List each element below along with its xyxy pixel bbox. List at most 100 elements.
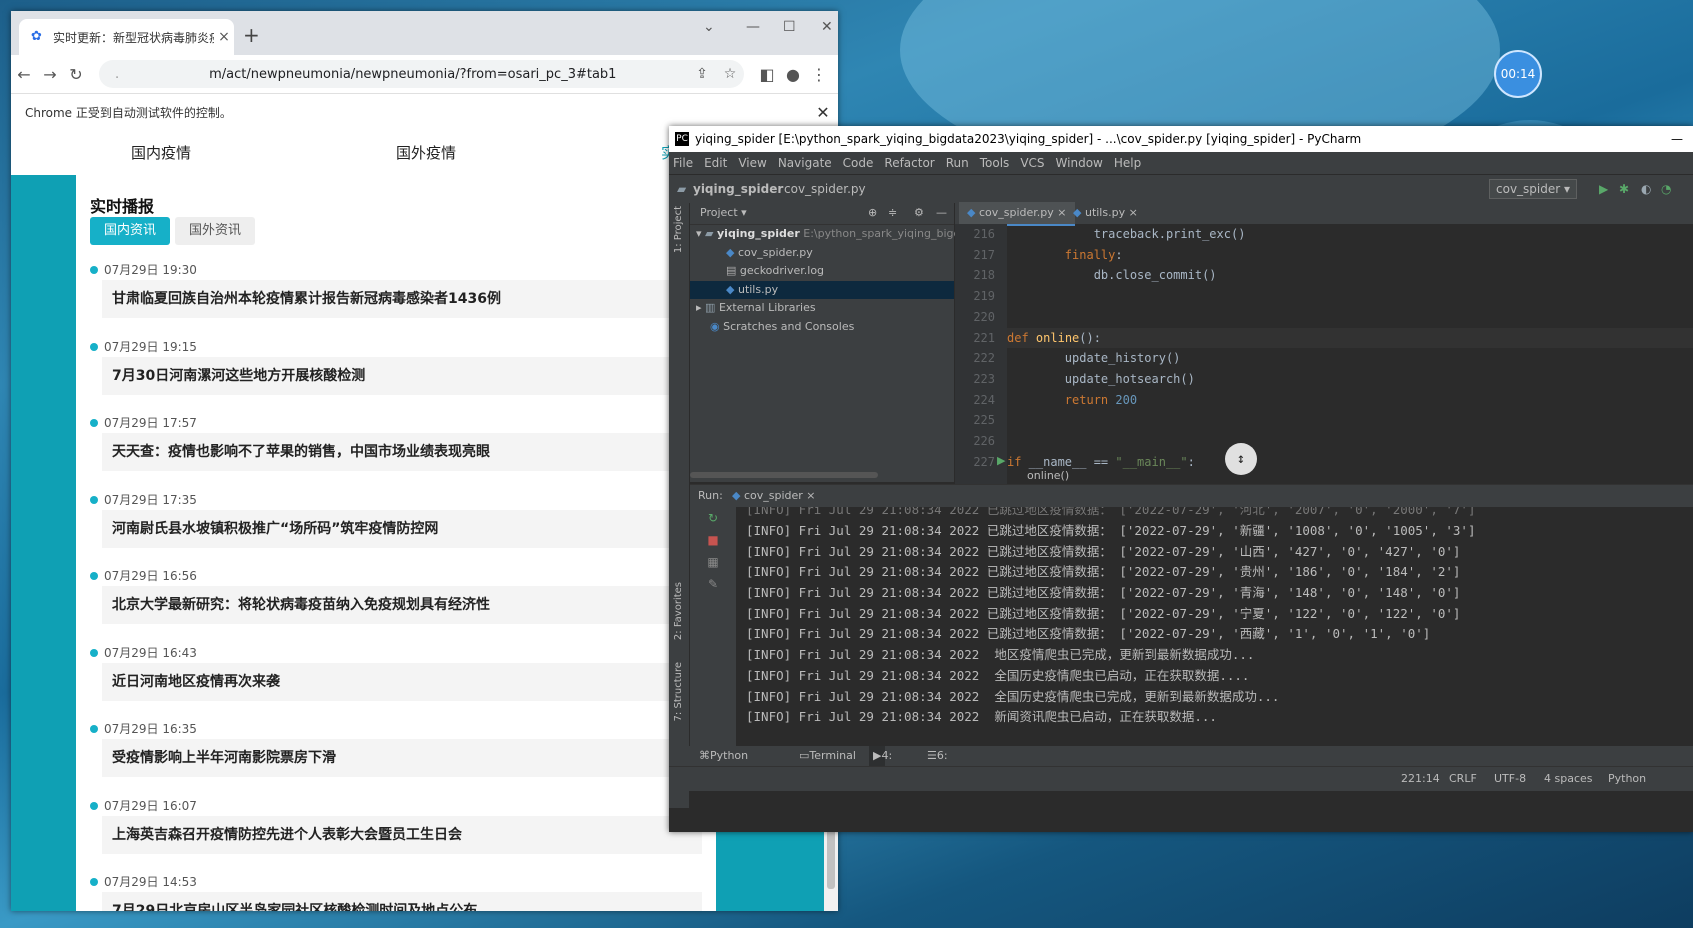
- news-title[interactable]: 甘肃临夏回族自治州本轮疫情累计报告新冠病毒感染者1436例: [102, 280, 702, 318]
- console-output[interactable]: [INFO] Fri Jul 29 21:08:34 2022 已跳过地区疫情数…: [736, 507, 1693, 747]
- news-title[interactable]: 天天查：疫情也影响不了苹果的销售，中国市场业绩表现亮眼: [102, 433, 702, 471]
- scroll-thumb[interactable]: [827, 829, 835, 889]
- line-number: 226: [973, 434, 995, 448]
- run-config-select[interactable]: cov_spider ▾: [1489, 179, 1578, 199]
- tree-external-libraries[interactable]: ▸ ▥ External Libraries: [690, 299, 954, 318]
- project-view-select[interactable]: Project: [700, 206, 738, 219]
- editor-tab-cov-spider[interactable]: ◆ cov_spider.py ×: [959, 202, 1075, 226]
- rerun-icon[interactable]: ↻: [690, 507, 736, 529]
- tab-search-icon[interactable]: ⌄: [703, 19, 715, 35]
- code-breadcrumb[interactable]: online(): [1027, 469, 1069, 482]
- gear-icon[interactable]: ⚙: [914, 202, 924, 224]
- back-icon[interactable]: ←: [11, 65, 37, 84]
- coverage-icon[interactable]: ◐: [1641, 175, 1651, 203]
- run-icon[interactable]: ▶: [1599, 175, 1608, 203]
- news-title[interactable]: 近日河南地区疫情再次来袭: [102, 662, 702, 701]
- run-gutter-icon[interactable]: ▶: [997, 454, 1005, 467]
- console-line: [INFO] Fri Jul 29 21:08:34 2022 全国历史疫情爬虫…: [746, 688, 1280, 704]
- tab-run[interactable]: ▶ 4: Run: [869, 746, 903, 782]
- tree-root[interactable]: ▾ ▰ yiqing_spider E:\python_spark_yiqing…: [690, 225, 967, 244]
- line-separator[interactable]: CRLF: [1449, 767, 1477, 791]
- minimize-icon[interactable]: —: [1671, 126, 1683, 152]
- pill-foreign-news[interactable]: 国外资讯: [175, 217, 256, 245]
- close-window-icon[interactable]: ✕: [821, 19, 833, 35]
- window-title: yiqing_spider [E:\python_spark_yiqing_bi…: [695, 132, 1362, 146]
- scratch-icon: ◉: [710, 319, 720, 333]
- tab-python-console[interactable]: ⌘ Python Console: [699, 746, 754, 782]
- tree-item-label: utils.py: [737, 282, 779, 296]
- menu-help[interactable]: Help: [1114, 152, 1141, 174]
- collapse-icon[interactable]: ≑: [888, 202, 897, 224]
- menu-tools[interactable]: Tools: [980, 152, 1010, 174]
- menu-edit[interactable]: Edit: [704, 152, 727, 174]
- locate-icon[interactable]: ⊕: [868, 202, 877, 224]
- new-tab-icon[interactable]: +: [243, 23, 260, 47]
- share-icon[interactable]: ⇪: [688, 66, 716, 82]
- maximize-icon[interactable]: ☐: [783, 19, 796, 35]
- reload-icon[interactable]: ↻: [63, 65, 89, 84]
- code-line: def online():: [1007, 327, 1693, 349]
- nav-domestic[interactable]: 国内疫情: [131, 142, 191, 163]
- line-number: 220: [973, 309, 995, 324]
- menu-run[interactable]: Run: [946, 152, 969, 174]
- menu-file[interactable]: File: [673, 152, 693, 174]
- news-title[interactable]: 上海英吉森召开疫情防控先进个人表彰大会暨员工生日会: [102, 815, 702, 854]
- run-tab[interactable]: ◆ cov_spider ×: [732, 485, 816, 507]
- profile-run-icon[interactable]: ◔: [1661, 175, 1671, 203]
- news-title[interactable]: 河南尉氏县水坡镇积极推广“场所码”筑牢疫情防控网: [102, 509, 702, 548]
- menu-navigate[interactable]: Navigate: [778, 152, 832, 174]
- menu-icon[interactable]: ⋮: [806, 65, 832, 84]
- layout-icon[interactable]: ▦: [690, 551, 736, 573]
- menu-view[interactable]: View: [738, 152, 766, 174]
- indent-setting[interactable]: 4 spaces: [1544, 767, 1593, 791]
- debug-icon[interactable]: ✱: [1619, 175, 1629, 203]
- code-area[interactable]: traceback.print_exc() finally: db.close_…: [1007, 224, 1693, 484]
- tree-item-geckodriver[interactable]: ▤ geckodriver.log: [690, 262, 954, 281]
- news-title[interactable]: 7月29日北京房山区半岛家园社区核酸检测时间及地点公布: [102, 892, 702, 911]
- tree-item-utils[interactable]: ◆ utils.py: [690, 280, 954, 299]
- recording-timer[interactable]: 00:14: [1494, 50, 1542, 98]
- caret-position[interactable]: 221:14: [1401, 767, 1440, 791]
- infobar-close-icon[interactable]: ✕: [808, 103, 838, 122]
- tab-terminal[interactable]: ▭ Terminal: [799, 746, 856, 766]
- menu-refactor[interactable]: Refactor: [884, 152, 934, 174]
- menu-window[interactable]: Window: [1056, 152, 1103, 174]
- star-icon[interactable]: ☆: [716, 66, 744, 82]
- tree-root-path: E:\python_spark_yiqing_bigda: [803, 227, 968, 240]
- tab-todo[interactable]: ☰ 6: TODO: [927, 746, 969, 782]
- news-title[interactable]: 7月30日河南漯河这些地方开展核酸检测: [102, 356, 702, 395]
- side-tab-structure[interactable]: 7: Structure: [673, 662, 684, 721]
- interpreter[interactable]: Python: [1608, 767, 1646, 791]
- console-line: [INFO] Fri Jul 29 21:08:34 2022 已跳过地区疫情数…: [746, 585, 1461, 601]
- hide-icon[interactable]: —: [936, 202, 947, 224]
- news-title[interactable]: 北京大学最新研究：将轮状病毒疫苗纳入免疫规划具有经济性: [102, 586, 702, 624]
- close-tab-icon[interactable]: ×: [214, 29, 234, 45]
- side-tab-project[interactable]: 1: Project: [673, 206, 684, 253]
- pin-icon[interactable]: ✎: [690, 573, 736, 595]
- stop-icon[interactable]: ■: [690, 529, 736, 551]
- code-breadcrumb-label: online(): [1027, 469, 1070, 482]
- menu-code[interactable]: Code: [843, 152, 874, 174]
- console-line: [INFO] Fri Jul 29 21:08:34 2022 已跳过地区疫情数…: [746, 626, 1431, 642]
- sidepanel-icon[interactable]: ◧: [754, 65, 780, 84]
- news-title[interactable]: 受疫情影响上半年河南影院票房下滑: [102, 739, 702, 777]
- menu-vcs[interactable]: VCS: [1020, 152, 1044, 174]
- editor-tab-utils[interactable]: ◆ utils.py ×: [1065, 202, 1146, 224]
- minimize-icon[interactable]: —: [746, 19, 760, 35]
- breadcrumb-file[interactable]: cov_spider.py: [784, 175, 866, 203]
- nav-foreign[interactable]: 国外疫情: [396, 142, 456, 163]
- file-encoding[interactable]: UTF-8: [1494, 767, 1526, 791]
- browser-tab[interactable]: ✿ 实时更新：新型冠状病毒肺炎疫 ×: [19, 19, 234, 55]
- profile-icon[interactable]: ●: [780, 65, 806, 84]
- code-line: db.close_commit(): [1007, 268, 1217, 283]
- pill-domestic-news[interactable]: 国内资讯: [90, 217, 171, 245]
- forward-icon[interactable]: →: [37, 65, 63, 84]
- tree-scratches[interactable]: ◉ Scratches and Consoles: [690, 318, 954, 337]
- url-field[interactable]: . m/act/newpneumonia/newpneumonia/?from=o…: [99, 60, 744, 88]
- side-tab-favorites[interactable]: 2: Favorites: [673, 582, 684, 640]
- news-item: 07月29日 17:35 河南尉氏县水坡镇积极推广“场所码”筑牢疫情防控网: [90, 490, 702, 567]
- console-line: [INFO] Fri Jul 29 21:08:34 2022 已跳过地区疫情数…: [746, 523, 1476, 538]
- breadcrumb-project[interactable]: yiqing_spider: [693, 175, 783, 203]
- project-hscroll[interactable]: [690, 472, 878, 478]
- tree-item-cov-spider[interactable]: ◆ cov_spider.py: [690, 244, 954, 263]
